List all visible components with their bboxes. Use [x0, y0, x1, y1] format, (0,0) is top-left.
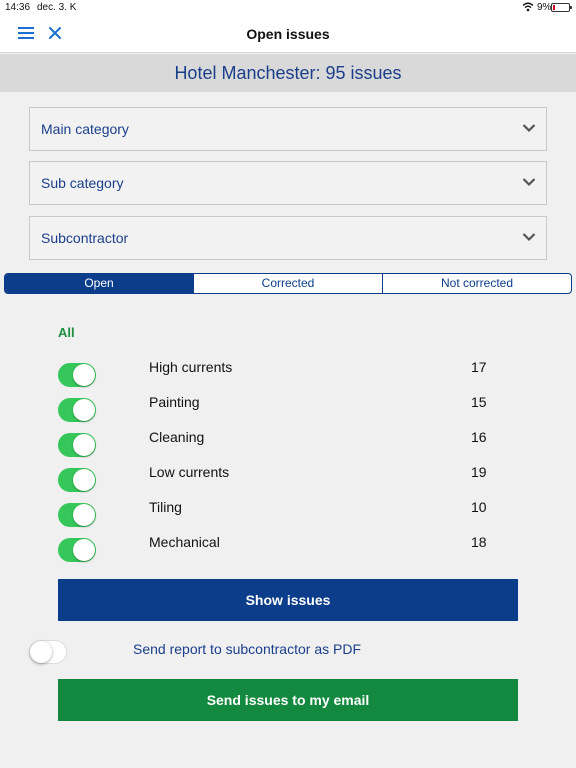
chevron-down-icon [522, 124, 536, 133]
tab-open[interactable]: Open [5, 274, 193, 293]
category-row: Mechanical 18 [0, 534, 576, 564]
category-toggle-mechanical[interactable] [58, 538, 96, 562]
category-row: Low currents 19 [0, 464, 576, 494]
category-toggle-tiling[interactable] [58, 503, 96, 527]
category-toggle-painting[interactable] [58, 398, 96, 422]
category-count: 10 [471, 499, 487, 515]
pdf-report-toggle[interactable] [29, 640, 67, 664]
hotel-issue-summary: Hotel Manchester: 95 issues [0, 54, 576, 92]
category-toggle-cleaning[interactable] [58, 433, 96, 457]
category-row: Cleaning 16 [0, 429, 576, 459]
category-name: Mechanical [149, 534, 220, 550]
main-category-dropdown[interactable]: Main category [29, 107, 547, 151]
category-name: Tiling [149, 499, 182, 515]
category-name: Cleaning [149, 429, 205, 445]
status-date: dec. 3. K [37, 2, 77, 13]
category-name: Painting [149, 394, 200, 410]
sub-category-label: Sub category [41, 175, 124, 191]
select-all-link[interactable]: All [58, 325, 75, 340]
main-category-label: Main category [41, 121, 129, 137]
category-count: 19 [471, 464, 487, 480]
battery-icon [551, 3, 572, 12]
status-segmented-control: Open Corrected Not corrected [4, 273, 572, 294]
sub-category-dropdown[interactable]: Sub category [29, 161, 547, 205]
status-bar: 14:36 dec. 3. K 9% [0, 0, 576, 15]
pdf-report-label[interactable]: Send report to subcontractor as PDF [133, 641, 361, 657]
category-count: 18 [471, 534, 487, 550]
category-row: High currents 17 [0, 359, 576, 389]
category-count: 15 [471, 394, 487, 410]
category-count: 17 [471, 359, 487, 375]
pdf-report-row: Send report to subcontractor as PDF [0, 640, 576, 666]
category-toggle-low-currents[interactable] [58, 468, 96, 492]
send-email-button[interactable]: Send issues to my email [58, 679, 518, 721]
subcontractor-dropdown[interactable]: Subcontractor [29, 216, 547, 260]
category-row: Tiling 10 [0, 499, 576, 529]
category-name: High currents [149, 359, 233, 375]
nav-bar: Open issues [0, 15, 576, 53]
page-title: Open issues [246, 26, 330, 42]
subcontractor-label: Subcontractor [41, 230, 129, 246]
chevron-down-icon [522, 178, 536, 187]
tab-corrected[interactable]: Corrected [193, 274, 382, 293]
category-count: 16 [471, 429, 487, 445]
category-name: Low currents [149, 464, 230, 480]
show-issues-button[interactable]: Show issues [58, 579, 518, 621]
chevron-down-icon [522, 233, 536, 242]
status-time: 14:36 [5, 2, 31, 13]
category-toggle-high-currents[interactable] [58, 363, 96, 387]
category-row: Painting 15 [0, 394, 576, 424]
tab-not-corrected[interactable]: Not corrected [382, 274, 571, 293]
battery-percentage: 9% [537, 2, 552, 13]
wifi-icon [522, 2, 534, 12]
